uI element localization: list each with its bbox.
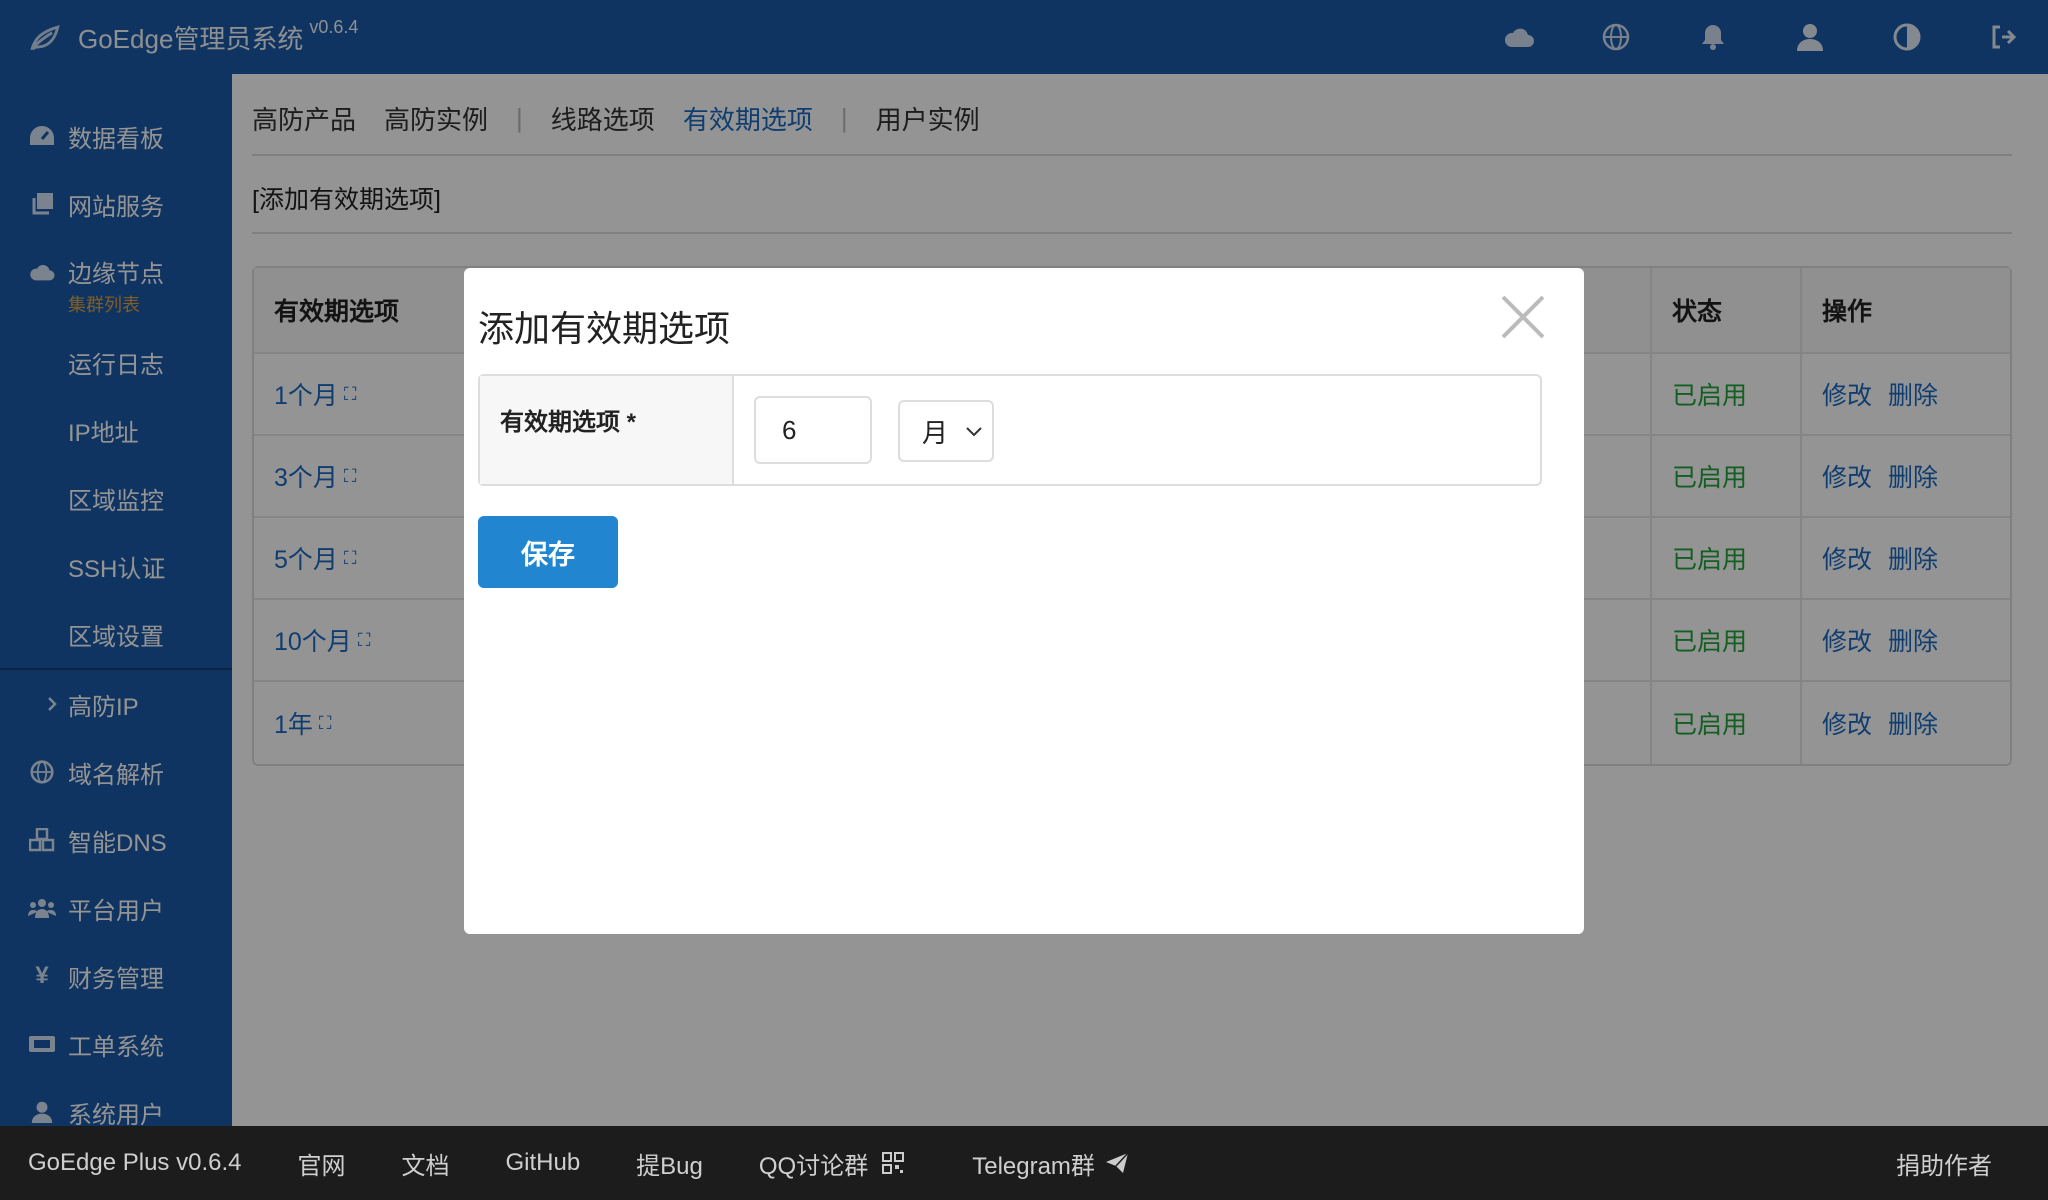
footer-version: GoEdge Plus v0.6.4 <box>28 1149 242 1176</box>
footer-link-donate[interactable]: 捐助作者 <box>1896 1146 1992 1181</box>
footer-link-label: QQ讨论群 <box>758 1152 869 1180</box>
close-icon[interactable] <box>1500 294 1546 340</box>
period-form: 有效期选项 * 6 月 <box>478 374 1542 486</box>
footer-link-label: Telegram群 <box>972 1152 1095 1180</box>
footer: GoEdge Plus v0.6.4 官网 文档 GitHub 提Bug QQ讨… <box>0 1126 2048 1200</box>
qrcode-icon <box>882 1152 905 1174</box>
footer-link-qq[interactable]: QQ讨论群 <box>758 1146 905 1181</box>
select-value: 月 <box>922 417 949 448</box>
footer-link-github[interactable]: GitHub <box>505 1149 580 1177</box>
save-button[interactable]: 保存 <box>478 516 618 588</box>
paper-plane-icon <box>1105 1152 1129 1173</box>
add-period-modal: 添加有效期选项 有效期选项 * 6 月 保存 <box>464 268 1584 934</box>
period-unit-select[interactable]: 月 <box>898 400 994 462</box>
period-count-input[interactable]: 6 <box>754 396 872 464</box>
modal-title: 添加有效期选项 <box>478 308 731 349</box>
field-label: 有效期选项 * <box>480 376 734 484</box>
footer-link-telegram[interactable]: Telegram群 <box>972 1146 1129 1181</box>
footer-link-docs[interactable]: 文档 <box>401 1146 449 1181</box>
footer-link-bug[interactable]: 提Bug <box>636 1146 703 1181</box>
footer-link-website[interactable]: 官网 <box>297 1146 345 1181</box>
chevron-down-icon <box>966 427 982 437</box>
